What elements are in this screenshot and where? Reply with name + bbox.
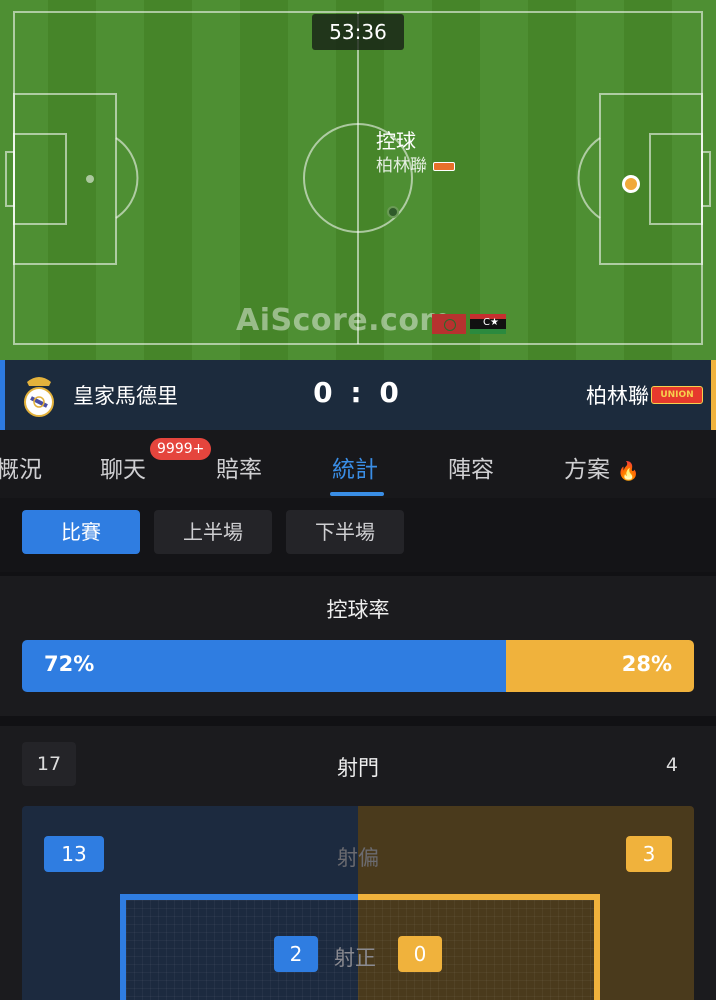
period-first-half-button[interactable]: 上半場 xyxy=(154,510,272,554)
flag-mark: C★ xyxy=(483,317,499,328)
on-target-home: 2 xyxy=(274,936,318,972)
tab-tips-label: 方案 xyxy=(564,457,610,483)
union-berlin-logo-icon: UNION xyxy=(651,386,703,404)
watermark: AiScore.com xyxy=(236,303,452,338)
union-badge-icon xyxy=(433,161,455,171)
possession-label: 控球率 xyxy=(326,598,390,622)
possession-away-value: 28% xyxy=(621,652,672,676)
chat-count-badge: 9999+ xyxy=(150,438,212,460)
possession-home-fill: 72% xyxy=(22,640,506,692)
tab-chat[interactable]: 聊天 xyxy=(100,450,146,484)
match-tabs: 概況 聊天 9999+ 賠率 統計 陣容 方案 🔥 xyxy=(0,430,716,498)
ball-marker-icon xyxy=(387,206,399,218)
union-logo-text: UNION xyxy=(660,390,694,400)
tab-overview[interactable]: 概況 xyxy=(0,450,42,484)
match-clock: 53:36 xyxy=(312,14,404,50)
morocco-flag-icon xyxy=(432,314,466,334)
on-target-label: 射正 xyxy=(334,946,376,970)
off-target-away: 3 xyxy=(626,836,672,872)
tab-lineup[interactable]: 陣容 xyxy=(448,450,494,484)
scoreboard: 皇家馬德里 0 : 0 柏林聯 UNION xyxy=(0,360,716,430)
ball-position-icon xyxy=(622,175,640,193)
possession-team: 柏林聯 xyxy=(376,154,455,178)
shots-card: 17 射門 4 13 射偏 3 2 射正 0 xyxy=(0,726,716,1000)
active-tab-indicator xyxy=(330,492,384,496)
goal-frame-home xyxy=(120,894,360,1000)
possession-home-value: 72% xyxy=(44,652,95,676)
period-selector: 比賽 上半場 下半場 xyxy=(0,498,716,572)
shot-map: 13 射偏 3 2 射正 0 xyxy=(22,806,694,1000)
away-team-name[interactable]: 柏林聯 xyxy=(586,380,649,410)
possession-indicator: 控球 柏林聯 xyxy=(376,128,455,178)
off-target-label: 射偏 xyxy=(337,846,379,870)
fire-icon: 🔥 xyxy=(617,461,640,482)
goal-frame-away xyxy=(358,894,600,1000)
possession-bar: 72% 28% xyxy=(22,640,694,692)
possession-title: 控球 xyxy=(376,129,416,153)
libya-flag-icon: C★ xyxy=(470,314,506,334)
shots-away-total: 4 xyxy=(665,754,678,776)
on-target-away: 0 xyxy=(398,936,442,972)
tab-tips[interactable]: 方案 🔥 xyxy=(564,450,640,484)
period-full-match-button[interactable]: 比賽 xyxy=(22,510,140,554)
period-second-half-button[interactable]: 下半場 xyxy=(286,510,404,554)
tab-odds[interactable]: 賠率 xyxy=(216,450,262,484)
possession-away-fill: 28% xyxy=(505,640,694,692)
possession-card: 控球率 72% 28% xyxy=(0,576,716,716)
possession-team-name: 柏林聯 xyxy=(376,156,427,176)
shots-label: 射門 xyxy=(337,756,379,780)
live-pitch: 53:36 控球 柏林聯 AiScore.com C★ xyxy=(0,0,716,360)
tab-stats[interactable]: 統計 xyxy=(332,450,378,484)
